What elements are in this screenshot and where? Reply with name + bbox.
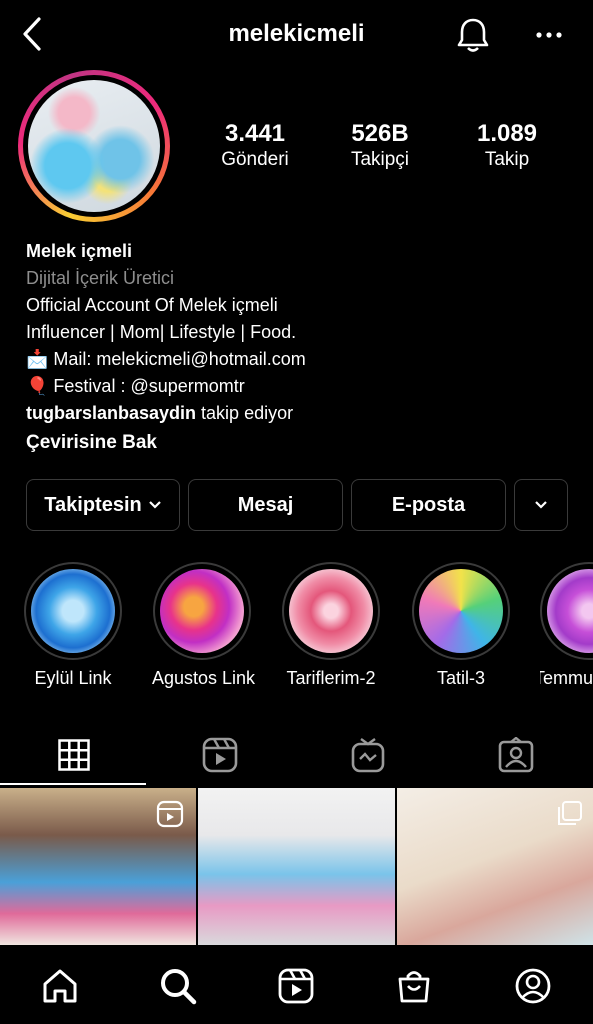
highlight-label: Agustos Link bbox=[152, 668, 256, 688]
grid-icon bbox=[58, 739, 90, 771]
highlight-cover bbox=[419, 569, 503, 653]
chevron-down-icon bbox=[148, 501, 161, 509]
tab-igtv[interactable] bbox=[294, 725, 442, 785]
followed-by[interactable]: tugbarslanbasaydin takip ediyor bbox=[26, 400, 576, 427]
avatar-image bbox=[28, 80, 160, 212]
posts-count[interactable]: 3.441 Gönderi bbox=[205, 120, 305, 172]
reels-badge-icon bbox=[156, 800, 184, 828]
highlight-label: Tariflerim-2 bbox=[286, 668, 376, 688]
post-thumbnail[interactable] bbox=[0, 788, 196, 945]
following-label: Takip bbox=[484, 149, 530, 170]
igtv-icon bbox=[351, 738, 385, 773]
highlight-label: Eylül Link bbox=[34, 668, 112, 688]
page-title: melekicmeli bbox=[228, 20, 365, 47]
post-thumbnail[interactable] bbox=[397, 788, 593, 945]
bio-mail-line: 📩 Mail: melekicmeli@hotmail.com bbox=[26, 346, 576, 373]
profile-icon bbox=[515, 968, 551, 1004]
active-tab-indicator bbox=[0, 783, 146, 785]
chevron-down-icon bbox=[535, 501, 547, 509]
profile-bio: Melek içmeli Dijital İçerik Üretici Offi… bbox=[26, 238, 576, 456]
balloon-icon: 🎈 bbox=[26, 376, 49, 396]
followers-value: 526B bbox=[351, 120, 409, 147]
nav-shop[interactable] bbox=[384, 960, 444, 1012]
bio-line: Influencer | Mom| Lifestyle | Food. bbox=[26, 322, 297, 342]
reels-icon bbox=[202, 737, 238, 773]
envelope-icon: 📩 bbox=[26, 349, 49, 369]
story-highlight[interactable]: Tariflerim-2 bbox=[281, 562, 381, 689]
story-highlight[interactable]: Tatil-3 bbox=[411, 562, 511, 689]
more-options-button[interactable] bbox=[528, 18, 570, 52]
nav-profile[interactable] bbox=[503, 960, 563, 1012]
home-icon bbox=[43, 969, 77, 1003]
shop-icon bbox=[398, 971, 430, 1003]
following-button[interactable]: Takiptesin bbox=[26, 479, 180, 531]
message-button[interactable]: Mesaj bbox=[188, 479, 343, 531]
followers-label: Takipçi bbox=[350, 149, 410, 170]
bio-line: Official Account Of Melek içmeli bbox=[26, 295, 278, 315]
search-icon bbox=[161, 969, 197, 1005]
tab-reels[interactable] bbox=[146, 725, 294, 785]
bio-festival-line: 🎈 Festival : @supermomtr bbox=[26, 373, 576, 400]
notifications-button[interactable] bbox=[452, 14, 494, 56]
followed-by-suffix: takip ediyor bbox=[196, 403, 294, 423]
nav-home[interactable] bbox=[30, 960, 90, 1012]
highlight-cover bbox=[31, 569, 115, 653]
bio-mail-text[interactable]: Mail: melekicmeli@hotmail.com bbox=[48, 349, 305, 369]
post-thumbnail[interactable] bbox=[198, 788, 395, 945]
highlight-cover bbox=[160, 569, 244, 653]
followers-count[interactable]: 526B Takipçi bbox=[330, 120, 430, 172]
bell-icon bbox=[457, 18, 489, 52]
highlight-cover bbox=[547, 569, 593, 653]
following-value: 1.089 bbox=[476, 120, 538, 147]
suggested-accounts-button[interactable] bbox=[514, 479, 568, 531]
nav-reels[interactable] bbox=[266, 960, 326, 1012]
posts-label: Gönderi bbox=[221, 149, 289, 170]
more-dots-icon bbox=[536, 32, 562, 38]
carousel-badge-icon bbox=[558, 801, 582, 825]
see-translation-link[interactable]: Çevirisine Bak bbox=[26, 429, 576, 456]
tab-tagged[interactable] bbox=[442, 725, 590, 785]
following-button-label: Takiptesin bbox=[44, 493, 142, 516]
following-count[interactable]: 1.089 Takip bbox=[457, 120, 557, 172]
story-highlight[interactable]: Agustos Link bbox=[152, 562, 256, 689]
highlight-label: Temmu bbox=[540, 668, 593, 688]
profile-name: Melek içmeli bbox=[26, 241, 133, 261]
nav-search[interactable] bbox=[148, 960, 208, 1012]
posts-value: 3.441 bbox=[224, 120, 286, 147]
highlight-cover bbox=[289, 569, 373, 653]
tab-posts-grid[interactable] bbox=[0, 725, 148, 785]
reels-icon bbox=[278, 968, 314, 1004]
profile-category: Dijital İçerik Üretici bbox=[26, 268, 175, 288]
followed-by-user: tugbarslanbasaydin bbox=[26, 403, 197, 423]
highlight-label: Tatil-3 bbox=[436, 668, 485, 688]
profile-avatar[interactable] bbox=[18, 70, 170, 222]
tagged-icon bbox=[498, 737, 534, 773]
email-button[interactable]: E-posta bbox=[351, 479, 506, 531]
story-highlight[interactable]: Temmu bbox=[540, 562, 593, 689]
story-highlight[interactable]: Eylül Link bbox=[23, 562, 123, 689]
bio-festival-text[interactable]: Festival : @supermomtr bbox=[48, 376, 244, 396]
